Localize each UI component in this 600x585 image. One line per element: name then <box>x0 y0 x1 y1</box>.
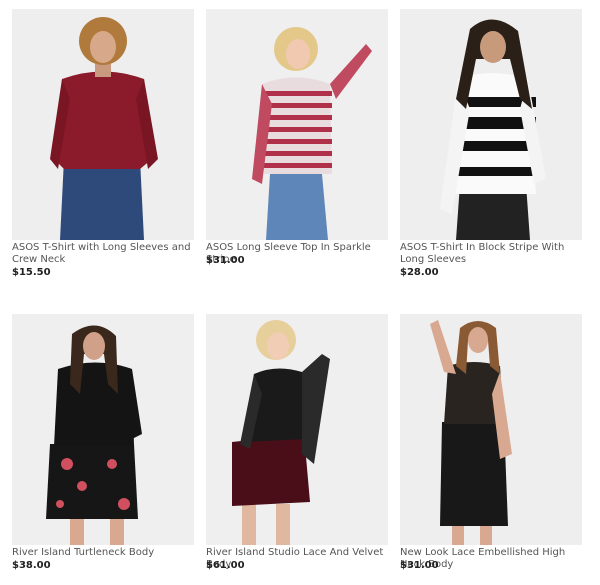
product-price: $15.50 <box>12 267 51 278</box>
product-image[interactable] <box>12 9 194 240</box>
product-image[interactable] <box>12 314 194 545</box>
product-price: $61.00 <box>206 560 245 571</box>
product-title[interactable]: ASOS T-Shirt In Block Stripe With Long S… <box>400 242 582 266</box>
product-image[interactable] <box>400 314 582 545</box>
product-price: $31.00 <box>400 560 439 571</box>
product-price: $31.00 <box>206 255 245 266</box>
product-image[interactable] <box>206 9 388 240</box>
product-title[interactable]: River Island Turtleneck Body <box>12 547 194 559</box>
product-image[interactable] <box>206 314 388 545</box>
product-title[interactable]: ASOS T-Shirt with Long Sleeves and Crew … <box>12 242 194 266</box>
product-price: $38.00 <box>12 560 51 571</box>
product-image[interactable] <box>400 9 582 240</box>
product-grid: ASOS T-Shirt with Long Sleeves and Crew … <box>0 0 600 585</box>
product-price: $28.00 <box>400 267 439 278</box>
